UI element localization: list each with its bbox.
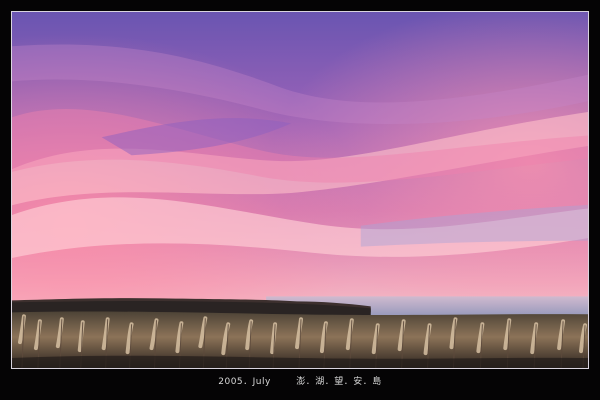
photo-frame: 2005．July 澎．湖．望．安．島 <box>0 0 600 400</box>
caption-place: 澎．湖．望．安．島 <box>296 377 382 387</box>
photo-caption: 2005．July 澎．湖．望．安．島 <box>0 372 600 392</box>
landscape-photo <box>11 11 589 369</box>
sunset-landscape-image <box>12 12 588 368</box>
caption-date: 2005．July <box>218 377 271 387</box>
